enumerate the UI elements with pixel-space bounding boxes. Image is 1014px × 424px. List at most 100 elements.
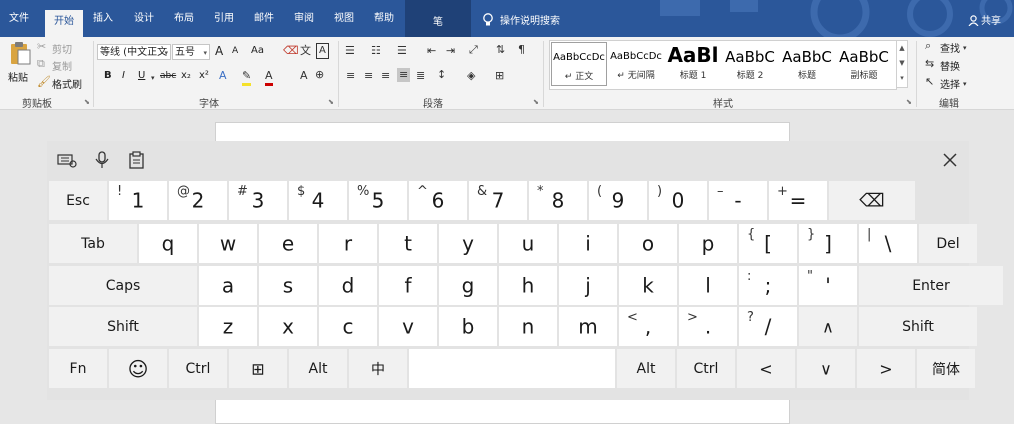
tab-insert[interactable]: 插入 <box>86 8 120 30</box>
key-b[interactable]: b <box>439 307 497 346</box>
align-right-icon[interactable]: ≡ <box>381 69 390 83</box>
asian-layout-icon[interactable]: ⤢ <box>469 43 478 57</box>
key-9[interactable]: (9 <box>589 181 647 220</box>
key-i[interactable]: i <box>559 224 617 263</box>
shrink-font-button[interactable]: A <box>232 46 238 56</box>
key-shift-left[interactable]: Shift <box>49 307 197 346</box>
microphone-icon[interactable] <box>92 151 112 169</box>
key-quote[interactable]: " ' <box>799 266 857 305</box>
key-0[interactable]: ) 0 <box>649 181 707 220</box>
clipboard-icon[interactable] <box>127 151 147 169</box>
more-icon[interactable]: ▾ <box>897 71 907 86</box>
key-j[interactable]: j <box>559 266 617 305</box>
font-launcher-icon[interactable]: ⬊ <box>328 98 334 106</box>
key-semicolon[interactable]: :; <box>739 266 797 305</box>
key-m[interactable]: m <box>559 307 617 346</box>
char-border-icon[interactable]: A <box>316 43 329 59</box>
tab-help[interactable]: 帮助 <box>367 8 401 30</box>
key-8[interactable]: * 8 <box>529 181 587 220</box>
phonetic-guide-icon[interactable]: 文 <box>300 44 311 58</box>
key-o[interactable]: o <box>619 224 677 263</box>
styles-launcher-icon[interactable]: ⬊ <box>906 98 912 106</box>
style-subtitle[interactable]: AaBbC 副标题 <box>836 42 892 86</box>
chevron-down-icon[interactable]: ▾ <box>963 77 967 91</box>
key-g[interactable]: g <box>439 266 497 305</box>
key-v[interactable]: v <box>379 307 437 346</box>
change-case-button[interactable]: Aa <box>251 45 264 56</box>
key-emoji[interactable]: ☺ <box>109 349 167 388</box>
key-minus[interactable]: – - <box>709 181 767 220</box>
key-p[interactable]: p <box>679 224 737 263</box>
decrease-indent-icon[interactable]: ⇤ <box>427 44 436 58</box>
key-3[interactable]: #3 <box>229 181 287 220</box>
key-enter[interactable]: Enter <box>859 266 1003 305</box>
shading-icon[interactable]: ◈ <box>467 69 475 83</box>
bullets-icon[interactable]: ☰ <box>345 44 355 58</box>
key-period[interactable]: >. <box>679 307 737 346</box>
font-size-combo[interactable]: 五号 ▾ <box>172 44 210 60</box>
justify-icon[interactable]: ≡ <box>397 68 411 82</box>
tab-view[interactable]: 视图 <box>327 8 361 30</box>
format-painter-button[interactable]: 格式刷 <box>52 76 82 91</box>
copy-button[interactable]: 复制 <box>52 58 72 73</box>
superscript-button[interactable]: x² <box>199 70 209 81</box>
style-no-spacing[interactable]: AaBbCcDc ↵ 无间隔 <box>608 42 664 86</box>
line-spacing-icon[interactable]: ↕ <box>437 68 446 82</box>
key-2[interactable]: @2 <box>169 181 227 220</box>
tab-review[interactable]: 审阅 <box>287 8 321 30</box>
style-normal[interactable]: AaBbCcDc ↵ 正文 <box>551 42 607 86</box>
style-heading-1[interactable]: AaBl 标题 1 <box>665 42 721 86</box>
key-ctrl-right[interactable]: Ctrl <box>677 349 735 388</box>
align-center-icon[interactable]: ≡ <box>364 69 373 83</box>
align-left-icon[interactable]: ≡ <box>346 69 355 83</box>
grow-font-button[interactable]: A <box>215 44 223 58</box>
share-button[interactable]: 共享 <box>968 12 1001 32</box>
chevron-up-icon[interactable]: ▲ <box>897 41 907 56</box>
tab-mailings[interactable]: 邮件 <box>247 8 281 30</box>
key-backspace[interactable]: ⌫ <box>829 181 915 220</box>
key-tab[interactable]: Tab <box>49 224 137 263</box>
key-h[interactable]: h <box>499 266 557 305</box>
key-7[interactable]: & 7 <box>469 181 527 220</box>
key-c[interactable]: c <box>319 307 377 346</box>
key-u[interactable]: u <box>499 224 557 263</box>
clear-format-icon[interactable]: ⌫ <box>283 44 299 58</box>
key-e[interactable]: e <box>259 224 317 263</box>
paste-button[interactable]: 粘贴 <box>6 41 34 84</box>
increase-indent-icon[interactable]: ⇥ <box>446 44 455 58</box>
chevron-down-icon[interactable]: ▾ <box>151 71 155 85</box>
key-6[interactable]: ^ 6 <box>409 181 467 220</box>
key-alt-left[interactable]: Alt <box>289 349 347 388</box>
key-5[interactable]: % 5 <box>349 181 407 220</box>
tab-home[interactable]: 开始 <box>45 10 83 37</box>
key-left-bracket[interactable]: {[ <box>739 224 797 263</box>
tab-pen[interactable]: 笔 <box>405 0 471 37</box>
key-comma[interactable]: <, <box>619 307 677 346</box>
chevron-down-icon[interactable]: ▾ <box>963 41 967 55</box>
text-effects-icon[interactable]: A <box>219 69 227 83</box>
key-1[interactable]: ! 1 <box>109 181 167 220</box>
key-backslash[interactable]: | \ <box>859 224 917 263</box>
key-q[interactable]: q <box>139 224 197 263</box>
char-shading-icon[interactable]: A <box>300 69 308 83</box>
key-4[interactable]: $4 <box>289 181 347 220</box>
font-color-icon[interactable]: A <box>265 69 273 86</box>
key-w[interactable]: w <box>199 224 257 263</box>
font-name-combo[interactable]: 等线 (中文正文 ▾ <box>97 44 171 60</box>
show-marks-icon[interactable]: ¶ <box>518 43 525 57</box>
key-del[interactable]: Del <box>919 224 977 263</box>
key-alt-right[interactable]: Alt <box>617 349 675 388</box>
key-s[interactable]: s <box>259 266 317 305</box>
key-down[interactable]: ∨ <box>797 349 855 388</box>
key-t[interactable]: t <box>379 224 437 263</box>
find-button[interactable]: 查找 <box>940 40 960 55</box>
key-z[interactable]: z <box>199 307 257 346</box>
sort-icon[interactable]: ⇅ <box>496 43 505 57</box>
key-space[interactable] <box>409 349 615 388</box>
chevron-down-icon[interactable]: ▼ <box>897 56 907 71</box>
subscript-button[interactable]: x₂ <box>181 70 191 81</box>
key-right[interactable]: > <box>857 349 915 388</box>
key-ctrl-left[interactable]: Ctrl <box>169 349 227 388</box>
key-n[interactable]: n <box>499 307 557 346</box>
key-y[interactable]: y <box>439 224 497 263</box>
